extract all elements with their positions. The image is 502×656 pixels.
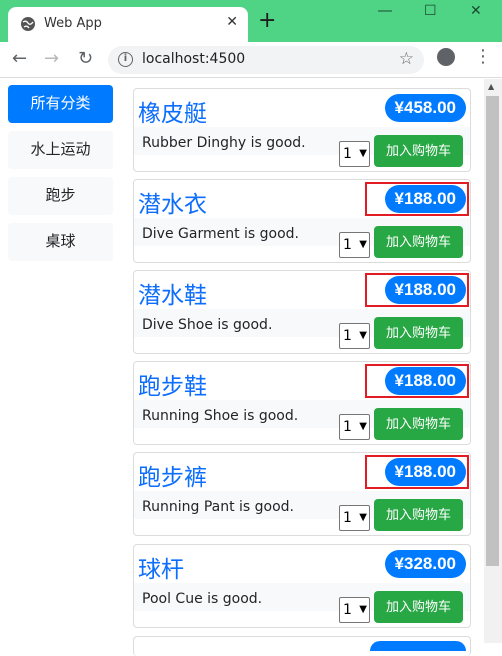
minimize-icon[interactable]: ― (378, 3, 392, 19)
forward-arrow-icon[interactable]: → (44, 48, 59, 69)
add-to-cart-button[interactable]: 加入购物车 (374, 317, 463, 349)
product-description: Pool Cue is good. (142, 591, 263, 607)
scroll-up-arrow-icon[interactable]: ▲ (488, 82, 494, 91)
product-description: Running Pant is good. (142, 499, 295, 515)
new-tab-button[interactable]: + (258, 10, 276, 32)
quantity-select[interactable]: 1 ▼ (339, 505, 370, 531)
close-window-icon[interactable]: ✕ (470, 3, 482, 19)
product-card: 橡皮艇 ¥458.00 Rubber Dinghy is good. 1 ▼ 加入… (133, 88, 471, 172)
globe-icon (21, 17, 35, 31)
profile-avatar-icon[interactable] (437, 48, 455, 66)
add-to-cart-button[interactable]: 加入购物车 (374, 226, 463, 258)
quantity-select[interactable]: 1 ▼ (339, 323, 370, 349)
browser-titlebar: Web App ✕ + ― ☐ ✕ (0, 0, 502, 42)
tab-title: Web App (44, 16, 102, 31)
quantity-select[interactable]: 1 ▼ (339, 414, 370, 440)
product-name: 潜水衣 (138, 192, 207, 218)
address-bar[interactable]: i localhost:4500 ☆ (108, 46, 424, 74)
back-arrow-icon[interactable]: ← (12, 48, 27, 69)
chevron-down-icon: ▼ (359, 330, 367, 341)
price-highlight-box (365, 182, 469, 216)
close-tab-icon[interactable]: ✕ (226, 14, 238, 30)
add-to-cart-button[interactable]: 加入购物车 (374, 591, 463, 623)
info-icon[interactable]: i (118, 52, 133, 67)
category-all[interactable]: 所有分类 (8, 85, 113, 123)
quantity-select[interactable]: 1 ▼ (339, 232, 370, 258)
quantity-select[interactable]: 1 ▼ (339, 141, 370, 167)
maximize-icon[interactable]: ☐ (424, 3, 437, 19)
bookmark-star-icon[interactable]: ☆ (399, 49, 414, 69)
product-card-partial (133, 636, 471, 656)
product-card: 球杆 ¥328.00 Pool Cue is good. 1 ▼ 加入购物车 (133, 544, 471, 628)
price-badge: ¥328.00 (384, 550, 466, 578)
chevron-down-icon: ▼ (359, 604, 367, 615)
price-highlight-box (365, 273, 469, 307)
product-name: 橡皮艇 (138, 101, 207, 127)
quantity-select[interactable]: 1 ▼ (339, 597, 370, 623)
add-to-cart-button[interactable]: 加入购物车 (374, 135, 463, 167)
product-name: 跑步裤 (138, 465, 207, 491)
product-card: 潜水鞋 ¥188.00 Dive Shoe is good. 1 ▼ 加入购物车 (133, 270, 471, 354)
category-running[interactable]: 跑步 (8, 177, 113, 215)
chevron-down-icon: ▼ (359, 421, 367, 432)
page-content: 所有分类 水上运动 跑步 桌球 橡皮艇 ¥458.00 Rubber Dingh… (0, 79, 484, 656)
add-to-cart-button[interactable]: 加入购物车 (374, 499, 463, 531)
product-card: 跑步鞋 ¥188.00 Running Shoe is good. 1 ▼ 加入购… (133, 361, 471, 445)
category-billiards[interactable]: 桌球 (8, 223, 113, 261)
scrollbar-thumb[interactable] (486, 96, 499, 566)
product-name: 潜水鞋 (138, 283, 207, 309)
price-highlight-box (365, 364, 469, 398)
category-water-sports[interactable]: 水上运动 (8, 131, 113, 169)
url-text[interactable]: localhost:4500 (142, 51, 245, 67)
product-description: Rubber Dinghy is good. (142, 135, 306, 151)
price-highlight-box (365, 455, 469, 489)
chevron-down-icon: ▼ (359, 148, 367, 159)
product-description: Dive Garment is good. (142, 226, 300, 242)
browser-toolbar: ← → ↻ i localhost:4500 ☆ (0, 42, 502, 78)
chevron-down-icon: ▼ (359, 239, 367, 250)
price-badge: ¥458.00 (384, 94, 466, 122)
product-card: 潜水衣 ¥188.00 Dive Garment is good. 1 ▼ 加入购… (133, 179, 471, 263)
product-description: Running Shoe is good. (142, 408, 299, 424)
product-name: 跑步鞋 (138, 374, 207, 400)
reload-icon[interactable]: ↻ (78, 48, 93, 69)
product-description: Dive Shoe is good. (142, 317, 273, 333)
browser-tab[interactable]: Web App ✕ (8, 7, 248, 42)
menu-dots-icon[interactable]: ⋮ (474, 48, 492, 66)
chevron-down-icon: ▼ (359, 512, 367, 523)
product-card: 跑步裤 ¥188.00 Running Pant is good. 1 ▼ 加入购… (133, 452, 471, 536)
add-to-cart-button[interactable]: 加入购物车 (374, 408, 463, 440)
product-name: 球杆 (138, 557, 184, 583)
